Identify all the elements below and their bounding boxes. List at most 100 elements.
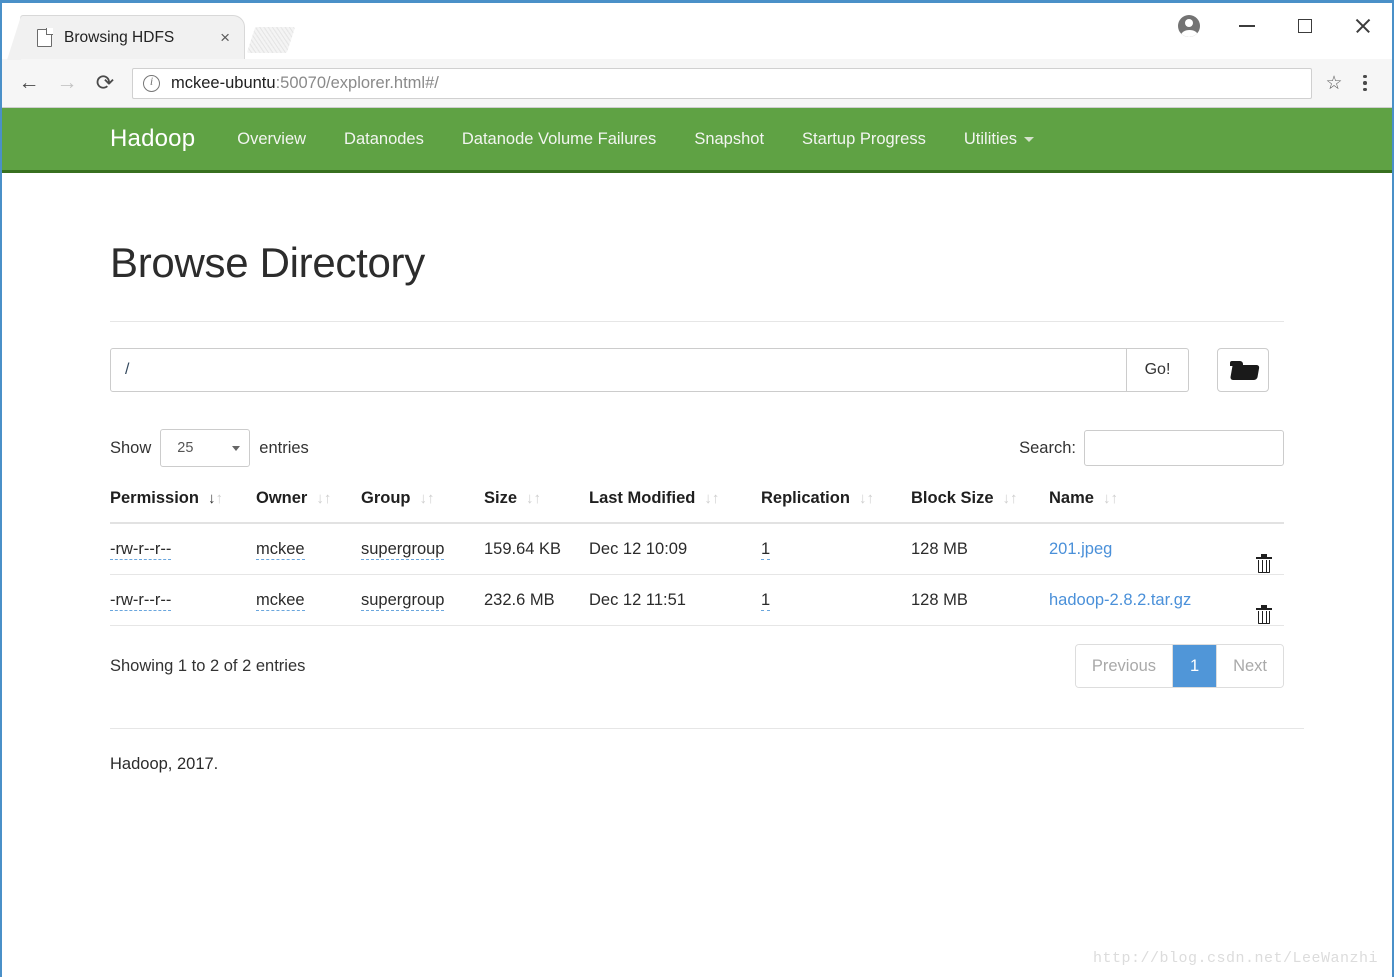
column-header-name[interactable]: Name ↓ ↑ [1049, 489, 1256, 524]
bookmark-star-icon[interactable]: ☆ [1318, 69, 1350, 98]
footer-divider [110, 728, 1304, 729]
pagination-next[interactable]: Next [1217, 645, 1283, 687]
tab-title: Browsing HDFS [64, 28, 175, 46]
minimize-button[interactable] [1218, 3, 1276, 49]
sort-icon: ↓ ↑ [316, 490, 331, 507]
cell-name: hadoop-2.8.2.tar.gz [1049, 574, 1256, 626]
column-label: Permission [110, 489, 199, 507]
kebab-menu-icon[interactable] [1350, 64, 1380, 102]
watermark: http://blog.csdn.net/LeeWanzhi [1092, 950, 1378, 967]
entries-label: entries [259, 438, 309, 457]
tab-strip: Browsing HDFS × [2, 3, 1392, 60]
cell-permission: -rw-r--r-- [110, 523, 256, 575]
permission-value[interactable]: -rw-r--r-- [110, 540, 172, 560]
search-input[interactable] [1084, 430, 1284, 466]
column-label: Size [484, 489, 518, 507]
column-header-size[interactable]: Size ↓ ↑ [484, 489, 589, 524]
file-link[interactable]: hadoop-2.8.2.tar.gz [1049, 591, 1191, 609]
dot [1363, 74, 1367, 79]
sort-icon: ↓ ↑ [1102, 490, 1118, 507]
column-label: Last Modified [589, 489, 696, 507]
pagination-previous[interactable]: Previous [1075, 645, 1174, 687]
column-header-permission[interactable]: Permission ↓ ↑ [110, 489, 256, 524]
brand-hadoop[interactable]: Hadoop [110, 125, 195, 153]
sort-icon-desc: ↓ ↑ [207, 490, 223, 507]
show-label: Show [110, 438, 152, 457]
nav-label: Startup Progress [802, 129, 926, 148]
search-label: Search: [1019, 438, 1076, 457]
nav-item-datanodes[interactable]: Datanodes [344, 130, 424, 149]
column-label: Name [1049, 489, 1094, 507]
chevron-down-icon [1024, 136, 1035, 142]
main-container: Browse Directory Go! Show 25 [2, 239, 1392, 774]
nav-item-overview[interactable]: Overview [237, 130, 306, 149]
search-filter: Search: [1019, 430, 1284, 466]
cell-last-modified: Dec 12 10:09 [589, 523, 761, 575]
sort-icon: ↓ ↑ [526, 490, 541, 507]
sort-icon: ↓ ↑ [419, 490, 435, 507]
cell-replication: 1 [761, 574, 911, 626]
column-header-last-modified[interactable]: Last Modified ↓ ↑ [589, 489, 761, 524]
group-value[interactable]: supergroup [361, 540, 445, 560]
new-tab-button[interactable] [246, 27, 296, 53]
maximize-button[interactable] [1276, 3, 1334, 49]
go-button[interactable]: Go! [1127, 348, 1189, 392]
column-header-group[interactable]: Group ↓ ↑ [361, 489, 484, 524]
cell-owner: mckee [256, 574, 361, 626]
sort-icon: ↓ ↑ [704, 490, 719, 507]
address-bar[interactable]: mckee-ubuntu:50070/explorer.html#/ [132, 67, 1312, 99]
forward-button[interactable]: → [48, 64, 86, 102]
file-link[interactable]: 201.jpeg [1049, 540, 1112, 558]
column-label: Replication [761, 489, 850, 507]
browser-window: Browsing HDFS × ← → ⟳ mckee-ubuntu:50070… [0, 0, 1394, 977]
cell-owner: mckee [256, 523, 361, 575]
table-head: Permission ↓ ↑ Owner ↓ ↑ Group ↓ ↑ Size … [110, 489, 1284, 524]
reload-button[interactable]: ⟳ [86, 64, 124, 102]
nav-label: Overview [237, 129, 307, 148]
table-row: -rw-r--r-- mckee supergroup 232.6 MB Dec… [110, 574, 1284, 626]
account-icon [1178, 15, 1200, 37]
nav-item-utilities[interactable]: Utilities [964, 130, 1035, 149]
owner-value[interactable]: mckee [256, 540, 305, 560]
file-table: Permission ↓ ↑ Owner ↓ ↑ Group ↓ ↑ Size … [110, 489, 1284, 626]
nav-item-startup-progress[interactable]: Startup Progress [802, 130, 926, 149]
column-header-replication[interactable]: Replication ↓ ↑ [761, 489, 911, 524]
page-title: Browse Directory [110, 239, 425, 286]
nav-item-snapshot[interactable]: Snapshot [694, 130, 764, 149]
close-window-button[interactable] [1334, 3, 1392, 49]
nav-item-datanode-volume-failures[interactable]: Datanode Volume Failures [462, 130, 656, 149]
page-content: Hadoop Overview Datanodes Datanode Volum… [2, 108, 1392, 977]
pagination: Previous 1 Next [1074, 644, 1284, 688]
entries-select[interactable]: 25 [160, 429, 251, 467]
column-label: Owner [256, 489, 308, 507]
close-icon[interactable]: × [216, 29, 234, 46]
browse-folder-button[interactable] [1217, 348, 1269, 392]
column-header-owner[interactable]: Owner ↓ ↑ [256, 489, 361, 524]
back-button[interactable]: ← [10, 64, 48, 102]
url-path: :50070/explorer.html#/ [275, 73, 439, 92]
table-body: -rw-r--r-- mckee supergroup 159.64 KB De… [110, 523, 1284, 626]
info-circle-icon[interactable] [143, 74, 160, 92]
browser-tab[interactable]: Browsing HDFS × [7, 15, 245, 60]
column-header-block-size[interactable]: Block Size ↓ ↑ [911, 489, 1049, 524]
maximize-icon [1298, 19, 1312, 33]
replication-value[interactable]: 1 [761, 540, 771, 560]
replication-value[interactable]: 1 [761, 591, 771, 611]
group-value[interactable]: supergroup [361, 591, 445, 611]
pagination-page-1[interactable]: 1 [1173, 645, 1218, 687]
table-row: -rw-r--r-- mckee supergroup 159.64 KB De… [110, 523, 1284, 575]
profile-button[interactable] [1160, 3, 1218, 49]
cell-block-size: 128 MB [911, 574, 1049, 626]
nav-label: Datanode Volume Failures [461, 129, 657, 148]
path-row: Go! [110, 348, 1284, 392]
permission-value[interactable]: -rw-r--r-- [110, 591, 172, 611]
browser-toolbar: ← → ⟳ mckee-ubuntu:50070/explorer.html#/… [2, 59, 1392, 108]
cell-size: 159.64 KB [484, 523, 589, 575]
sort-icon: ↓ ↑ [858, 490, 874, 507]
nav-label: Snapshot [694, 129, 765, 148]
owner-value[interactable]: mckee [256, 591, 305, 611]
entries-select-value: 25 [177, 440, 194, 456]
minimize-icon [1239, 25, 1255, 27]
path-input[interactable] [110, 348, 1127, 392]
cell-group: supergroup [361, 574, 484, 626]
